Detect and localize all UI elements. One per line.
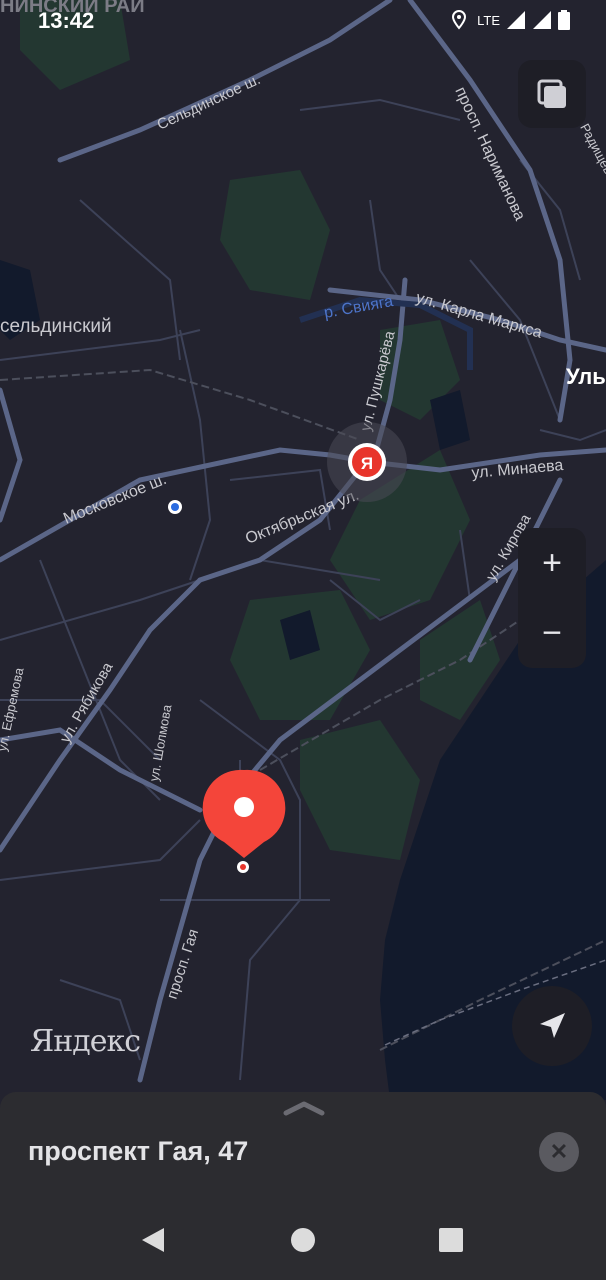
map-layers-button[interactable] [518, 60, 586, 128]
map-canvas[interactable]: НИНСКИЙ РАЙ сельдинский Сельдинское ш. п… [0, 0, 606, 1280]
signal-icon [533, 11, 551, 29]
navigation-arrow-icon [540, 1013, 565, 1038]
back-icon[interactable] [140, 1226, 166, 1254]
label-selda-district: сельдинский [0, 316, 112, 337]
signal-icon [507, 11, 525, 29]
status-icons: LTE [451, 10, 570, 30]
zoom-in-button[interactable]: + [542, 546, 562, 580]
address-title: проспект Гая, 47 [28, 1136, 249, 1166]
yandex-pin-letter: Я [361, 454, 373, 473]
network-type: LTE [477, 12, 500, 28]
home-icon[interactable] [290, 1226, 316, 1254]
my-location-button[interactable] [512, 986, 592, 1066]
battery-icon [558, 10, 570, 30]
status-time: 13:42 [38, 8, 95, 33]
sheet-handle-chevron-icon[interactable] [283, 1100, 325, 1116]
label-ulyanovsk: Уль [566, 364, 606, 389]
close-button[interactable]: ✕ [539, 1132, 579, 1172]
zoom-out-button[interactable]: − [542, 616, 562, 650]
zoom-controls: + − [518, 528, 586, 668]
system-nav-bar [0, 1200, 606, 1280]
location-icon [452, 10, 467, 30]
recents-icon[interactable] [438, 1226, 464, 1254]
layers-icon [537, 79, 566, 108]
transit-stop-dot [171, 503, 179, 511]
status-bar: 13:42 LTE [0, 0, 606, 42]
yandex-logo: Яндекс [30, 1024, 141, 1059]
